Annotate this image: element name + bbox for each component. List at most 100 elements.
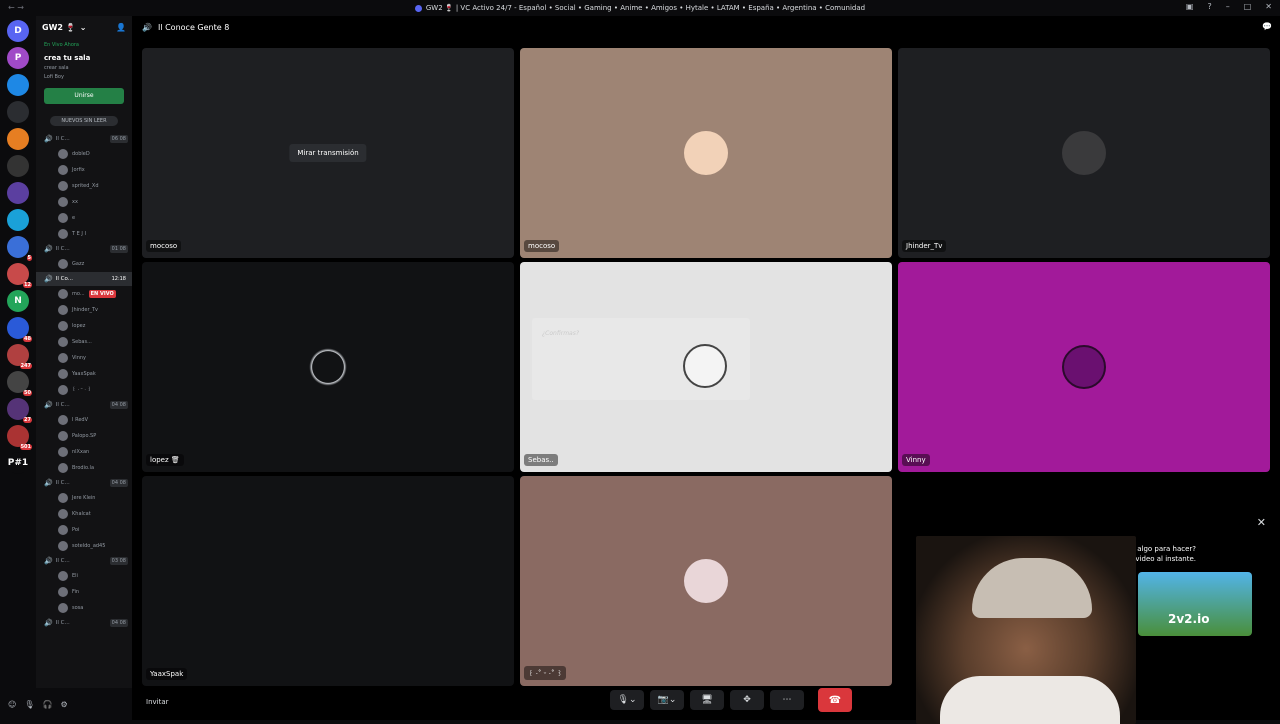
voice-channel[interactable]: 🔊 Il C... 04 08 [36,476,132,490]
voice-member[interactable]: Palopo.SP [36,428,132,444]
video-tile-lopez[interactable]: lopez 🗑 [142,262,514,472]
voice-member[interactable]: ꒰ · ᵕ · ꒱ [36,382,132,398]
chat-icon[interactable]: 💬 [1262,22,1272,31]
voice-member[interactable]: mo... EN VIVO [36,286,132,302]
disconnect-button[interactable]: ☎ [818,688,852,712]
server-icon[interactable] [7,101,29,123]
voice-member[interactable]: I RedV [36,412,132,428]
join-button[interactable]: Unirse [44,88,124,104]
video-tile-mocoso[interactable]: mocoso [520,48,892,258]
voice-member[interactable]: Fin [36,584,132,600]
voice-channel[interactable]: 🔊 Il C... 06 08 [36,132,132,146]
new-unread-pill[interactable]: NUEVOS SIN LEER [50,116,118,126]
video-tile-mocoso-stream[interactable]: Mirar transmisión mocoso [142,48,514,258]
avatar [58,197,68,207]
voice-channel[interactable]: 🔊 Il C... 04 08 [36,398,132,412]
avatar [1062,131,1106,175]
server-icon[interactable]: D [7,20,29,42]
member-name: Palopo.SP [72,433,97,439]
server-icon[interactable]: 48 [7,317,32,342]
video-tile-vinny[interactable]: Vinny [898,262,1270,472]
voice-member[interactable]: sprited_Xd [36,178,132,194]
voice-member[interactable]: Vinny [36,350,132,366]
server-icon[interactable]: P [7,47,29,69]
voice-member[interactable]: xx [36,194,132,210]
voice-member[interactable]: e [36,210,132,226]
voice-channel[interactable]: 🔊 Il C... 01 08 [36,242,132,256]
voice-channel[interactable]: 🔊 Il Co... 12:18 [36,272,132,286]
voice-member[interactable]: soteldo_ad45 [36,538,132,554]
tile-name: Jhinder_Tv [902,240,947,252]
server-icon[interactable]: 247 [7,344,32,369]
voice-member[interactable]: Jhinder_Tv [36,302,132,318]
voice-channel-name: Il C... [55,620,70,626]
chevron-down-icon[interactable]: ⌄ [80,23,87,32]
more-options-icon[interactable]: ⋯ [770,690,804,710]
avatar [58,213,68,223]
avatar [58,289,68,299]
avatar[interactable]: ☺ [8,700,16,709]
server-icon[interactable] [7,182,29,204]
voice-member[interactable]: YaaxSpak [36,366,132,382]
screen-share-button[interactable]: 🖥 [690,690,724,710]
voice-member[interactable]: nlXxan [36,444,132,460]
close-icon[interactable]: ✕ [1257,516,1266,529]
server-icon[interactable]: 27 [7,398,32,423]
server-icon[interactable]: 12 [7,263,32,288]
voice-member[interactable]: Jere Klein [36,490,132,506]
tile-name: Sebas.. [524,454,558,466]
voice-channel-name: Il C... [55,402,70,408]
inbox-icon[interactable]: ▣ [1186,2,1194,11]
gear-icon[interactable]: ⚙ [60,700,67,709]
server-header[interactable]: GW2 🍷 ⌄ 👤 [36,16,132,38]
server-icon[interactable]: 50 [7,371,32,396]
server-icon[interactable]: 501 [7,425,32,450]
avatar [58,181,68,191]
close-window-icon[interactable]: ✕ [1265,2,1272,11]
member-name: sosa [72,605,84,611]
server-icon[interactable]: 5 [7,236,32,261]
video-tile-yaaxspak[interactable]: YaaxSpak [142,476,514,686]
camera-toggle[interactable]: 📷⌄ [650,690,684,710]
minimize-icon[interactable]: – [1226,2,1230,11]
voice-member[interactable]: lopez [36,318,132,334]
nav-arrows-icon[interactable]: ← → [8,3,24,12]
microphone-toggle[interactable]: 🎙⌄ [610,690,644,710]
voice-member[interactable]: Jorfix [36,162,132,178]
voice-channel[interactable]: 🔊 Il C... 03 08 [36,554,132,568]
voice-member[interactable]: Sebas... [36,334,132,350]
video-tile-cat[interactable]: ꒰ ·˚ ᵕ ·˚ ꒱ [520,476,892,686]
maximize-icon[interactable]: □ [1244,2,1252,11]
help-icon[interactable]: ? [1207,2,1211,11]
voice-member[interactable]: dobleD [36,146,132,162]
voice-member[interactable]: Gazz [36,256,132,272]
activity-thumbnail[interactable]: 2v2.io [1138,572,1252,636]
member-name: e [72,215,76,221]
speaker-icon: 🔊 [44,479,53,487]
video-tile-jhinder[interactable]: Jhinder_Tv [898,48,1270,258]
headphones-icon[interactable]: 🎧 [43,700,53,709]
video-tile-sebas[interactable]: ¿Confirmas? Sebas.. [520,262,892,472]
invite-button[interactable]: Invitar [146,698,169,706]
server-icon[interactable] [7,128,29,150]
server-icon[interactable] [7,209,29,231]
speaker-icon: 🔊 [142,22,152,32]
voice-member[interactable]: Brodio.la [36,460,132,476]
voice-channel[interactable]: 🔊 Il C... 04 08 [36,616,132,630]
watch-stream-button[interactable]: Mirar transmisión [289,144,367,162]
voice-member[interactable]: sosa [36,600,132,616]
speaker-icon: 🔊 [44,401,53,409]
speaker-icon: 🔊 [44,557,53,565]
microphone-icon[interactable]: 🎙 [24,700,34,709]
server-icon[interactable]: N [7,290,29,312]
voice-member[interactable]: Eli [36,568,132,584]
server-icon[interactable]: P#1 [7,452,29,474]
server-icon[interactable] [7,155,29,177]
activities-button[interactable]: ✥ [730,690,764,710]
voice-member[interactable]: Poi [36,522,132,538]
voice-member[interactable]: T E J I [36,226,132,242]
add-member-icon[interactable]: 👤 [116,23,126,32]
server-icon[interactable] [7,74,29,96]
voice-member[interactable]: Khalcat [36,506,132,522]
member-name: Jhinder_Tv [72,307,99,313]
